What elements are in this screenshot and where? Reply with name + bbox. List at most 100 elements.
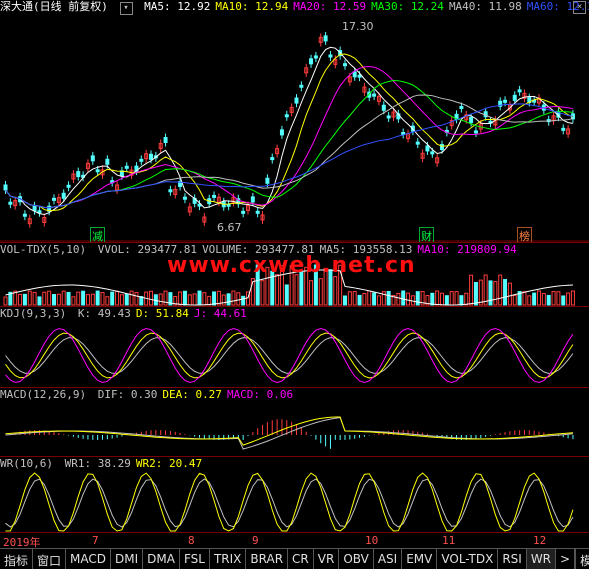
candle-body	[149, 153, 153, 160]
macd-value-1: DEA: 0.27	[162, 388, 222, 401]
tab-dma[interactable]: DMA	[143, 549, 180, 569]
candle-body	[313, 55, 318, 59]
volume-indicator-name[interactable]: VOL-TDX(5,10)	[0, 243, 86, 256]
candle-body	[90, 155, 95, 162]
tab-窗口[interactable]: 窗口	[33, 549, 67, 569]
candle-body	[22, 213, 27, 217]
tab-obv[interactable]: OBV	[339, 549, 374, 569]
macd-header: MACD(12,26,9) DIF: 0.30 DEA: 0.27 MACD: 0.…	[0, 388, 298, 401]
tab-template[interactable]: 模板	[575, 549, 589, 569]
candlestick-chart[interactable]	[0, 0, 589, 242]
volume-bar	[81, 290, 86, 306]
wr-panel[interactable]: WR(10,6) WR1: 38.29 WR2: 20.47	[0, 456, 589, 533]
tab-macd[interactable]: MACD	[66, 549, 112, 569]
tab-vol-tdx[interactable]: VOL-TDX	[437, 549, 499, 569]
candle-body	[323, 35, 328, 42]
candle-body	[279, 129, 284, 136]
candle-body	[241, 210, 246, 214]
volume-bar	[396, 292, 401, 306]
volume-bar	[100, 291, 105, 306]
tab-rsi[interactable]: RSI	[498, 549, 527, 569]
volume-bar	[357, 294, 362, 306]
volume-bar	[362, 292, 367, 306]
volume-bar	[347, 291, 352, 306]
kdj-indicator-name[interactable]: KDJ(9,3,3)	[0, 307, 66, 320]
volume-bar	[105, 296, 110, 306]
volume-bar	[415, 291, 420, 306]
date-label-sep: 9	[252, 534, 259, 547]
volume-bar	[221, 294, 226, 306]
volume-bar	[149, 290, 153, 306]
volume-bar	[551, 290, 556, 306]
tab-指标[interactable]: 指标	[0, 549, 34, 569]
candle-body	[52, 197, 56, 201]
ma-value-5: MA60: 12.13	[526, 0, 589, 13]
volume-bar	[478, 279, 483, 306]
candle-body	[212, 194, 217, 198]
tab-emv[interactable]: EMV	[402, 549, 438, 569]
macd-indicator-name[interactable]: MACD(12,26,9)	[0, 388, 86, 401]
wr-line	[5, 478, 574, 528]
kdj-value-0: K: 49.43	[77, 307, 131, 320]
volume-bar	[178, 291, 183, 306]
volume-bar	[488, 280, 493, 306]
candle-body	[512, 94, 517, 101]
event-marker-list[interactable]: 榜	[517, 227, 532, 242]
volume-bar	[260, 280, 265, 306]
volume-bar	[95, 290, 100, 306]
candle-body	[37, 210, 42, 214]
candle-body	[105, 158, 110, 165]
tab-more-arrow-icon[interactable]: >	[556, 549, 576, 569]
volume-bar	[294, 274, 299, 306]
indicator-toggle-icon[interactable]: ▾	[119, 2, 133, 15]
ma-line	[5, 66, 574, 209]
tab-wr[interactable]: WR	[526, 549, 557, 569]
event-marker-finance[interactable]: 财	[419, 227, 434, 242]
volume-bar	[309, 280, 314, 306]
volume-bar	[124, 293, 129, 306]
date-label-oct: 10	[365, 534, 379, 547]
ma-line	[5, 94, 574, 209]
volume-bar	[52, 294, 56, 306]
volume-bar	[503, 279, 508, 306]
volume-bar	[473, 281, 478, 306]
date-label-dec: 12	[533, 534, 547, 547]
volume-bar	[197, 290, 202, 306]
volume-bar	[187, 294, 192, 306]
stock-title: 深大通(日线 前复权)	[0, 0, 108, 13]
volume-bar	[71, 296, 76, 306]
tab-trix[interactable]: TRIX	[210, 549, 247, 569]
candle-body	[415, 141, 420, 145]
volume-bar	[207, 295, 212, 306]
candle-body	[328, 54, 333, 58]
tab-fsl[interactable]: FSL	[180, 549, 210, 569]
ma-line	[5, 80, 574, 209]
tab-dmi[interactable]: DMI	[111, 549, 144, 569]
volume-bar	[27, 290, 32, 306]
kdj-panel[interactable]: KDJ(9,3,3) K: 49.43 D: 51.84 J: 44.61	[0, 306, 589, 388]
candle-body	[32, 205, 37, 212]
candle-body	[182, 196, 187, 200]
candle-body	[425, 145, 430, 152]
event-marker-reduce[interactable]: 减	[90, 227, 105, 242]
tab-cr[interactable]: CR	[288, 549, 314, 569]
volume-bar	[401, 290, 406, 306]
volume-bar	[561, 295, 566, 306]
candle-body	[76, 171, 81, 178]
tab-asi[interactable]: ASI	[374, 549, 403, 569]
candle-body	[294, 97, 299, 104]
tab-brar[interactable]: BRAR	[246, 549, 289, 569]
macd-panel[interactable]: MACD(12,26,9) DIF: 0.30 DEA: 0.27 MACD: 0.…	[0, 387, 589, 457]
volume-bar	[275, 274, 280, 306]
volume-bar	[386, 291, 391, 306]
volume-bar	[556, 291, 561, 306]
price-panel[interactable]: 深大通(日线 前复权) ▾ MA5: 12.92 MA10: 12.94 MA20:…	[0, 0, 589, 242]
volume-bar	[42, 291, 47, 306]
candle-body	[352, 71, 357, 78]
candle-body	[66, 184, 71, 188]
tab-vr[interactable]: VR	[314, 549, 340, 569]
volume-bar	[444, 295, 449, 306]
wr-indicator-name[interactable]: WR(10,6)	[0, 457, 53, 470]
vol-value-3: MA10: 219809.94	[417, 243, 517, 256]
candle-body	[284, 114, 289, 118]
